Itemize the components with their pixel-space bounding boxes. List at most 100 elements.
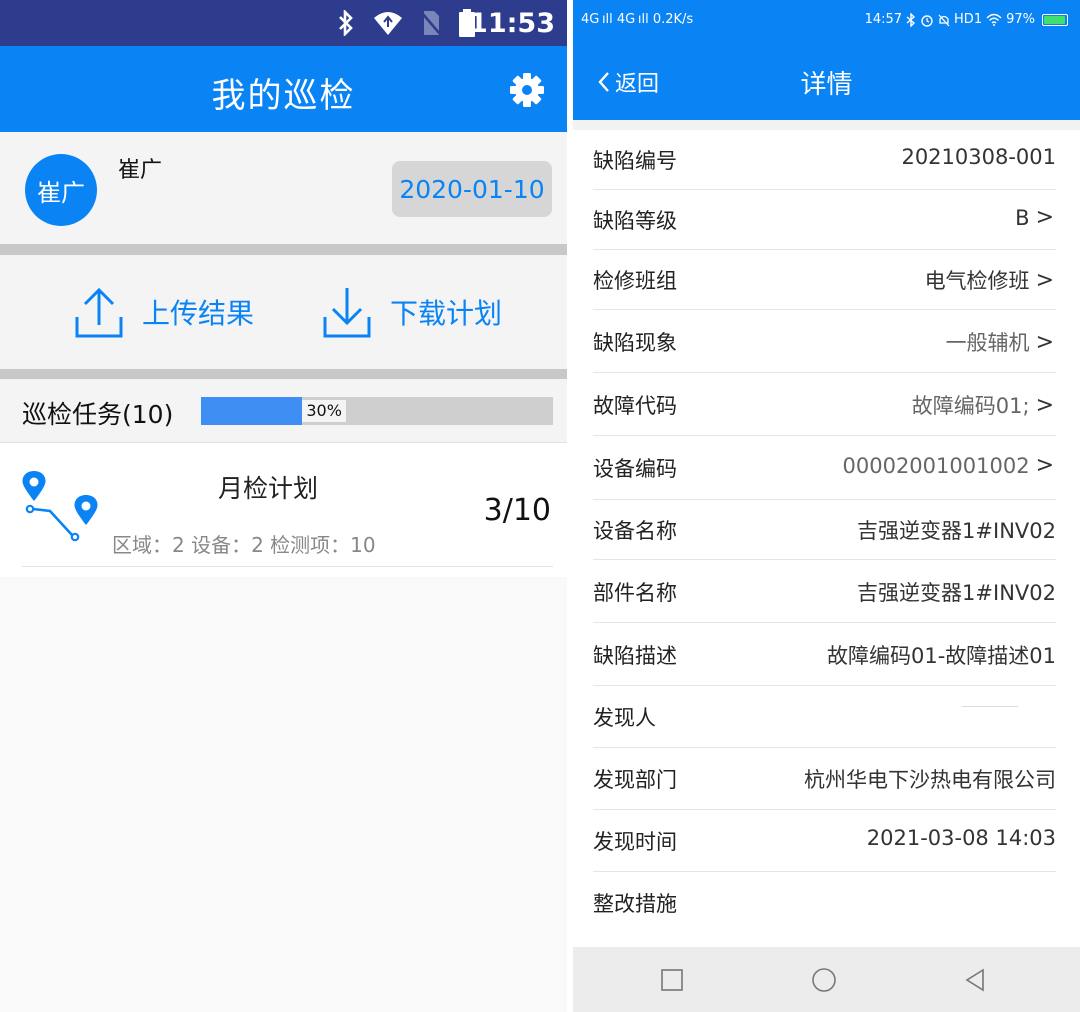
route-pin-icon [22,471,98,542]
detail-value-text: 吉强逆变器1#INV02 [857,519,1056,543]
chevron-right-icon: > [1035,392,1054,418]
plan-meta: 区域：2 设备：2 检测项：10 [112,533,376,557]
upload-results-button[interactable]: 上传结果 [74,285,254,339]
detail-value-text: 杭州华电下沙热电有限公司 [804,768,1056,792]
upload-label: 上传结果 [142,297,255,330]
app-bar: 我的巡检 [0,46,567,132]
square-nav-icon[interactable] [655,963,689,997]
wifi-icon [986,13,1002,26]
detail-row[interactable]: 缺陷现象 一般辅机 > [573,310,1080,373]
divider [573,120,1080,130]
detail-row: 发现部门 杭州华电下沙热电有限公司 [573,748,1080,810]
upload-icon [75,287,123,338]
system-nav-bar [573,947,1080,1012]
alarm-icon [921,14,933,27]
page-title: 我的巡检 [211,76,356,116]
detail-value: 00002001001002 > [843,453,1055,478]
progress-label: 30% [302,400,346,422]
detail-value-text: 20210308-001 [901,145,1056,169]
hd-indicator: HD1 [954,12,983,27]
wifi-icon [374,12,402,35]
detail-row[interactable]: 故障代码 故障编码01; > [573,373,1080,436]
status-time: 11:53 [469,8,555,39]
empty-value-underline [962,706,1018,707]
bluetooth-icon [906,12,916,27]
status-time: 14:57 [864,12,903,27]
chevron-right-icon: > [1035,205,1054,230]
detail-value: 电气检修班 > [925,265,1054,295]
detail-row: 缺陷编号 20210308-001 [573,130,1080,190]
detail-value: 2021-03-08 14:03 [867,826,1056,850]
detail-label: 整改措施 [593,892,677,916]
divider [0,369,567,379]
detail-value-text: 2021-03-08 14:03 [866,826,1056,850]
app-bar: 返回 详情 [573,40,1080,120]
detail-label: 故障代码 [593,394,677,418]
triangle-back-icon[interactable] [958,963,992,997]
detail-value-text: 吉强逆变器1#INV02 [857,581,1056,605]
progress-bar: 30% [201,397,553,425]
detail-label: 部件名称 [593,581,677,605]
plan-name: 月检计划 [218,474,319,503]
divider [22,566,553,567]
battery-icon [1042,13,1068,26]
page-title: 详情 [800,70,853,100]
detail-row[interactable]: 缺陷等级 B > [573,190,1080,250]
user-name: 崔广 [118,158,163,183]
detail-value-text: 故障编码01; [911,394,1030,418]
action-block: 上传结果 下载计划 [0,255,567,369]
detail-row: 发现人 [573,686,1080,748]
chevron-right-icon: > [1035,267,1054,293]
detail-label: 检修班组 [593,269,677,293]
detail-value: 故障编码01-故障描述01 [827,640,1056,670]
download-label: 下载计划 [390,297,503,330]
mute-icon [938,14,950,26]
detail-value: 吉强逆变器1#INV02 [857,577,1056,607]
detail-row[interactable]: 设备编码 00002001001002 > [573,436,1080,500]
chevron-right-icon: > [1035,329,1054,355]
task-header: 巡检任务(10) 30% [0,379,567,443]
detail-row: 设备名称 吉强逆变器1#INV02 [573,500,1080,560]
detail-value: 故障编码01; > [912,390,1054,420]
detail-value: 20210308-001 [901,145,1056,169]
detail-label: 缺陷现象 [593,331,677,355]
detail-label: 发现部门 [593,768,677,792]
plan-list-item[interactable]: 月检计划 区域：2 设备：2 检测项：10 3/10 [0,443,567,577]
detail-row: 整改措施 [573,872,1080,934]
detail-row[interactable]: 检修班组 电气检修班 > [573,250,1080,310]
battery-percent: 97% [1006,12,1035,27]
detail-label: 设备编码 [593,457,677,481]
detail-row: 部件名称 吉强逆变器1#INV02 [573,560,1080,623]
detail-label: 缺陷编号 [593,149,677,173]
network-status: 4G ıll 4G ıll 0.2K/s [581,12,694,27]
sim-off-icon [421,11,441,35]
detail-value-text: 一般辅机 [945,331,1030,355]
detail-row: 发现时间 2021-03-08 14:03 [573,810,1080,872]
download-plan-button[interactable]: 下载计划 [322,285,502,339]
status-bar: 4G ıll 4G ıll 0.2K/s 14:57 HD1 97% [573,0,1080,40]
detail-value: 杭州华电下沙热电有限公司 [804,764,1056,794]
chevron-right-icon: > [1035,453,1054,478]
task-title: 巡检任务(10) [22,400,174,429]
circle-home-icon[interactable] [807,963,841,997]
detail-value-text: 00002001001002 [842,453,1030,478]
detail-label: 缺陷描述 [593,644,677,668]
detail-value-text: 故障编码01-故障描述01 [826,644,1056,668]
detail-label: 发现时间 [593,830,677,854]
detail-value-text: 电气检修班 [924,269,1030,293]
detail-label: 设备名称 [593,519,677,543]
progress-fill [201,397,303,425]
detail-value-text: B [1015,205,1030,230]
plan-progress-count: 3/10 [483,493,551,528]
detail-label: 缺陷等级 [593,209,677,233]
date-button[interactable]: 2020-01-10 [392,161,552,217]
status-bar: 11:53 [0,0,567,46]
user-block: 崔广 崔广 2020-01-10 [0,132,567,244]
download-icon [323,288,371,338]
detail-value: 一般辅机 > [946,327,1054,357]
detail-value: 吉强逆变器1#INV02 [857,515,1056,545]
gear-icon[interactable] [509,72,545,108]
detail-row: 缺陷描述 故障编码01-故障描述01 [573,623,1080,686]
bluetooth-icon [339,10,353,36]
divider [0,244,567,255]
